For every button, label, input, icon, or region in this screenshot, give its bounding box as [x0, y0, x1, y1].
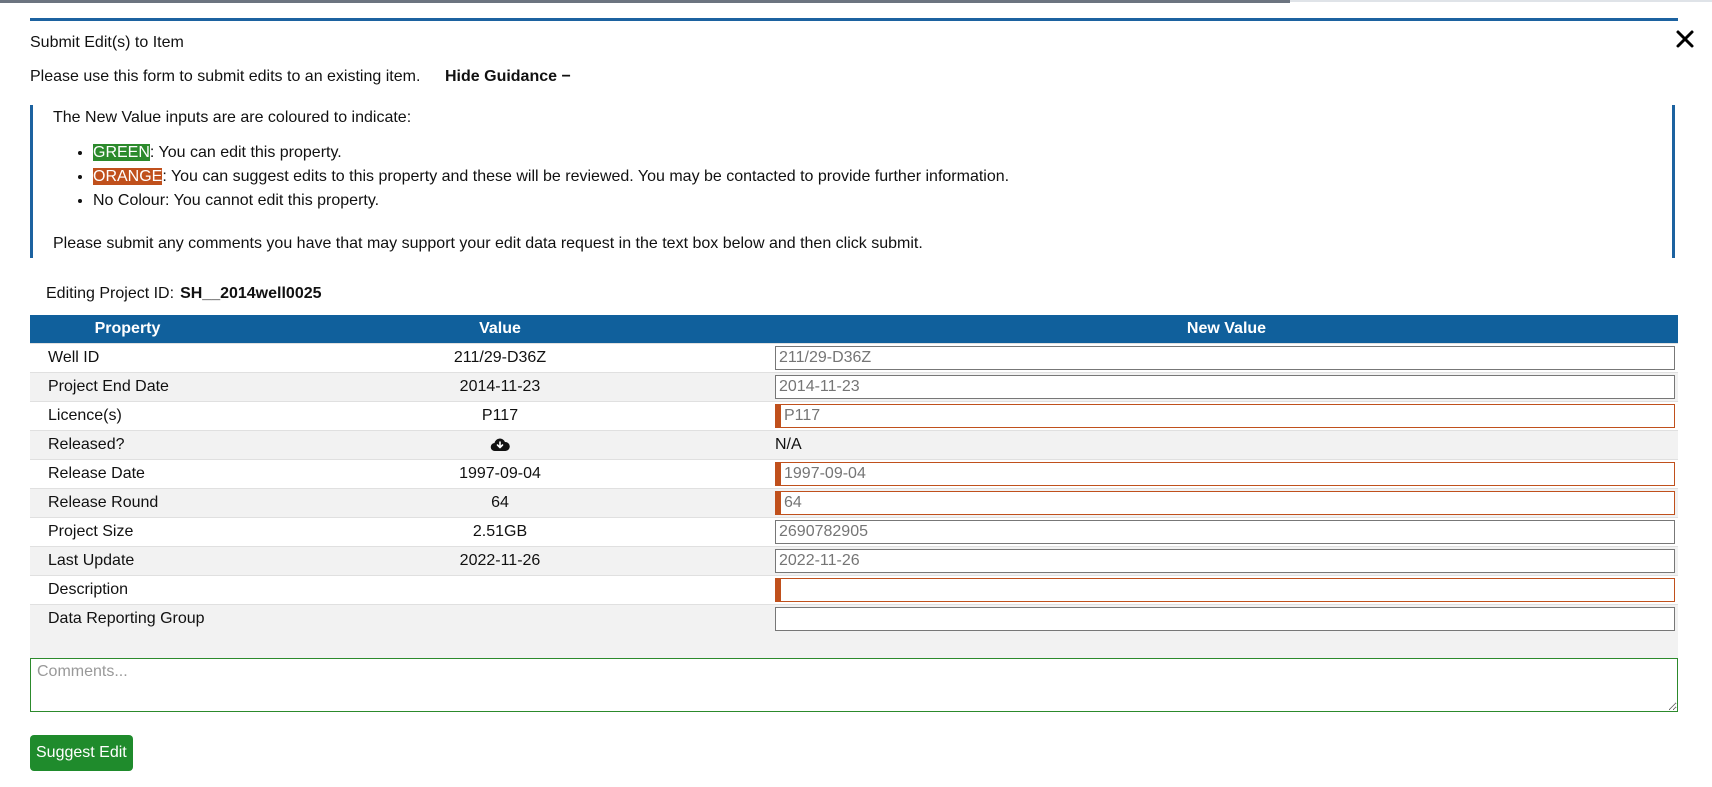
header-value: Value [225, 315, 775, 344]
property-cell: Description [30, 575, 225, 605]
new-value-text: N/A [775, 430, 1678, 460]
value-cell: 211/29-D36Z [225, 343, 775, 373]
guidance-footer: Please submit any comments you have that… [53, 235, 923, 252]
guidance-heading: The New Value inputs are are coloured to… [53, 109, 412, 126]
table-header-row: Property Value New Value [30, 315, 1678, 344]
guidance-list: GREEN: You can edit this property. ORANG… [53, 141, 1009, 213]
editing-label: Editing Project ID: [46, 285, 175, 302]
table-row: Project Size 2.51GB [30, 517, 1678, 547]
new-value-input-release-round[interactable] [775, 491, 1675, 515]
value-cell [225, 604, 775, 659]
hide-guidance-toggle[interactable]: Hide Guidance − [445, 68, 571, 86]
project-id: SH__2014well0025 [180, 285, 322, 302]
new-value-input-last-update[interactable] [775, 549, 1675, 573]
new-value-input-well-id[interactable] [775, 346, 1675, 370]
value-cell: 64 [225, 488, 775, 518]
table-row: Release Round 64 [30, 488, 1678, 518]
property-cell: Data Reporting Group [30, 604, 225, 659]
property-cell: Project Size [30, 517, 225, 547]
table-row: Project End Date 2014-11-23 [30, 372, 1678, 402]
value-cell: 2022-11-26 [225, 546, 775, 576]
value-cell [225, 575, 775, 605]
property-cell: Release Round [30, 488, 225, 518]
new-value-input-data-reporting-group[interactable] [775, 607, 1675, 631]
comments-textarea[interactable] [30, 658, 1678, 712]
table-row: Last Update 2022-11-26 [30, 546, 1678, 576]
guidance-item-green: GREEN: You can edit this property. [93, 141, 1009, 165]
background-strip [0, 0, 1290, 3]
suggest-edit-button[interactable]: Suggest Edit [30, 735, 133, 771]
properties-table: Property Value New Value Well ID 211/29-… [30, 315, 1678, 659]
guidance-panel: The New Value inputs are are coloured to… [30, 105, 1675, 258]
guidance-item-none: No Colour: You cannot edit this property… [93, 189, 1009, 213]
value-cell [225, 430, 775, 460]
table-row: Data Reporting Group [30, 604, 1678, 659]
property-cell: Last Update [30, 546, 225, 576]
new-value-input-release-date[interactable] [775, 462, 1675, 486]
new-value-input-project-end-date[interactable] [775, 375, 1675, 399]
value-cell: 2014-11-23 [225, 372, 775, 402]
header-new-value: New Value [775, 315, 1678, 344]
green-swatch: GREEN [93, 144, 150, 161]
property-cell: Project End Date [30, 372, 225, 402]
guidance-item-orange: ORANGE: You can suggest edits to this pr… [93, 165, 1009, 189]
property-cell: Released? [30, 430, 225, 460]
header-property: Property [30, 315, 225, 344]
orange-swatch: ORANGE [93, 168, 163, 185]
close-icon[interactable] [1672, 26, 1698, 52]
dialog-top-border [30, 18, 1678, 21]
cloud-download-icon [490, 438, 510, 451]
dialog-title: Submit Edit(s) to Item [30, 34, 184, 51]
intro-text: Please use this form to submit edits to … [30, 68, 421, 85]
table-row: Description [30, 575, 1678, 605]
table-row: Well ID 211/29-D36Z [30, 343, 1678, 373]
property-cell: Licence(s) [30, 401, 225, 431]
table-row: Released? N/A [30, 430, 1678, 460]
background-strip-right [1290, 0, 1712, 2]
table-row: Release Date 1997-09-04 [30, 459, 1678, 489]
value-cell: 2.51GB [225, 517, 775, 547]
new-value-input-licences[interactable] [775, 404, 1675, 428]
property-cell: Release Date [30, 459, 225, 489]
new-value-input-description[interactable] [775, 578, 1675, 602]
property-cell: Well ID [30, 343, 225, 373]
new-value-input-project-size[interactable] [775, 520, 1675, 544]
guidance-item-text: : You can suggest edits to this property… [162, 168, 1010, 185]
guidance-item-text: : You can edit this property. [149, 144, 342, 161]
guidance-item-text: No Colour: You cannot edit this property… [93, 192, 380, 209]
table-row: Licence(s) P117 [30, 401, 1678, 431]
value-cell: P117 [225, 401, 775, 431]
value-cell: 1997-09-04 [225, 459, 775, 489]
editing-project-line: Editing Project ID: SH__2014well0025 [46, 285, 322, 303]
